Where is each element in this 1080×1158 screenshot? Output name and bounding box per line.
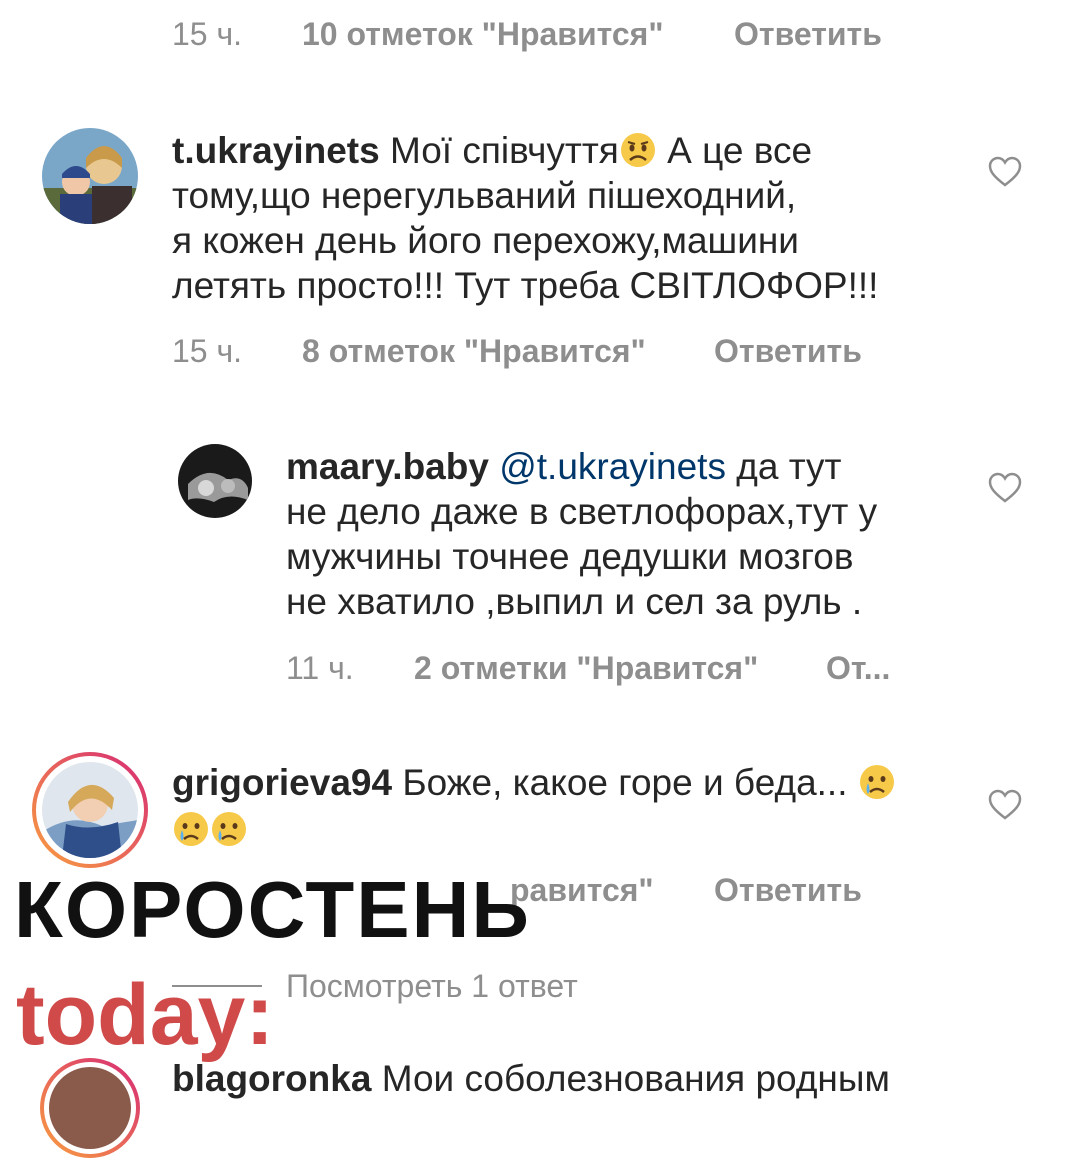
avatar[interactable] [178,444,252,518]
story-ring[interactable] [40,1058,140,1158]
story-ring[interactable] [32,752,148,868]
heart-outline-icon[interactable] [988,156,1022,193]
username-link[interactable]: blagoronka [172,1058,371,1099]
avatar[interactable] [42,128,138,224]
comment-time: 15 ч. [172,16,243,52]
reply-button[interactable]: Ответить [714,872,862,909]
username-link[interactable]: grigorieva94 [172,762,392,803]
comment-time: 15 ч. [172,333,243,369]
reply-button[interactable]: Ответить [734,16,882,53]
comment-text: maary.baby @t.ukrayinets да тут не дело … [286,446,878,622]
sad-face-emoji [619,131,657,169]
likes-count-link[interactable]: равится" [510,872,654,909]
likes-count-link[interactable]: 2 отметки "Нравится" [414,650,758,687]
reply-button[interactable]: Ответить [714,333,862,370]
mention-link[interactable]: @t.ukrayinets [499,446,726,487]
username-link[interactable]: maary.baby [286,446,489,487]
watermark-logo-text: КОРОСТЕНЬ [14,865,531,954]
comment-text: grigorieva94 Боже, какое горе и беда... [172,760,952,852]
likes-count-link[interactable]: 10 отметок "Нравится" [302,16,664,53]
heart-outline-icon[interactable] [988,472,1022,509]
likes-count-link[interactable]: 8 отметок "Нравится" [302,333,646,370]
view-replies-link[interactable]: Посмотреть 1 ответ [286,968,578,1005]
username-link[interactable]: t.ukrayinets [172,130,380,171]
watermark-logo-subtext: today: [16,967,274,1063]
crying-face-emoji [172,810,210,848]
crying-face-emoji [210,810,248,848]
crying-face-emoji [858,763,896,801]
avatar [42,762,138,858]
comment-meta-row: 15 ч. [172,16,242,53]
heart-outline-icon[interactable] [988,789,1022,826]
comment-text: blagoronka Мои соболезнования родным [172,1058,890,1099]
comment-time: 11 ч. [286,650,354,686]
reply-button[interactable]: От... [826,650,890,687]
comment-text: t.ukrayinets Мої співчуття А це все тому… [172,130,879,306]
avatar [49,1067,131,1149]
